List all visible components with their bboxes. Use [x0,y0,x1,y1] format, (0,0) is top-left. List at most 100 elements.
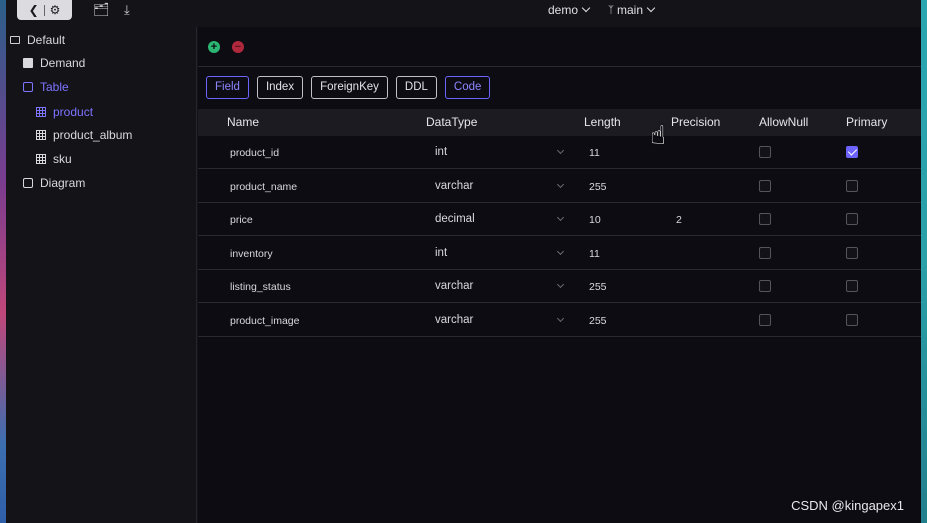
column-header-length: Length [584,115,621,129]
main-panel: + − Field Index ForeignKey DDL Code Name… [198,27,921,523]
primary-key-checkbox[interactable] [846,179,858,192]
branch-icon: ᛉ [608,4,614,16]
field-name-cell[interactable]: listing_status [230,281,291,293]
primary-key-checkbox[interactable] [846,280,858,292]
chevron-down-icon [646,3,656,13]
field-length-cell[interactable]: 255 [589,181,607,193]
nav-group: ❮ ⚙ [17,0,72,20]
column-header-allownull: AllowNull [759,115,809,129]
tab-field[interactable]: Field [206,76,249,99]
field-type-select[interactable]: int [435,247,447,259]
field-type-select[interactable]: varchar [435,180,473,192]
table-row[interactable]: product_image varchar 255 [198,304,921,337]
chevron-down-icon[interactable] [556,213,565,222]
field-length-cell[interactable]: 11 [589,147,600,159]
tab-index[interactable]: Index [256,76,304,99]
divider [43,4,45,16]
tab-foreignkey[interactable]: ForeignKey [311,76,388,99]
table-row[interactable]: price decimal 10 2 [198,203,921,236]
field-length-cell[interactable]: 11 [589,248,600,260]
allow-null-checkbox[interactable] [759,179,771,192]
field-type-select[interactable]: decimal [435,213,475,225]
download-icon[interactable]: ⤓ [124,2,130,18]
title-bar: ❮ ⚙ 🗂 ⤓ demo ᛉ main [6,0,921,23]
sidebar-item-label: Default [27,33,66,47]
folder-settings-icon[interactable]: 🗂 [93,2,110,18]
sidebar-item-label: Table [40,80,69,94]
field-precision-cell[interactable]: 2 [676,214,682,226]
table-row[interactable]: inventory int 11 [198,237,921,270]
field-toolbar: + − [198,27,921,67]
project-label: demo [548,3,579,17]
branch-selector[interactable]: ᛉ main [608,3,656,17]
table-icon [23,82,33,92]
chevron-left-icon[interactable]: ❮ [29,3,39,17]
chevron-down-icon[interactable] [556,280,565,289]
primary-key-checkbox[interactable] [846,146,858,158]
sidebar-item-label: product_album [53,128,133,142]
field-name-cell[interactable]: product_name [230,181,297,193]
field-name-cell[interactable]: inventory [230,248,273,260]
sidebar-item-sku[interactable]: sku [36,152,72,166]
field-length-cell[interactable]: 10 [589,214,601,226]
folder-icon [10,36,20,44]
grid-icon [36,107,46,117]
field-name-cell[interactable]: product_id [230,147,279,159]
document-icon [23,58,33,68]
grid-icon [36,154,46,164]
table-header: Name DataType Length Precision AllowNull… [198,109,921,136]
sidebar-item-demand[interactable]: Demand [23,56,85,70]
field-name-cell[interactable]: product_image [230,315,299,327]
column-header-primary: Primary [846,115,888,129]
gear-icon[interactable]: ⚙ [50,3,61,17]
primary-key-checkbox[interactable] [846,213,858,225]
field-name-cell[interactable]: price [230,214,253,226]
primary-key-checkbox[interactable] [846,313,858,326]
sidebar-item-label: Diagram [40,176,86,190]
column-header-precision: Precision [671,115,721,129]
sidebar-item-diagram[interactable]: Diagram [23,176,85,190]
sidebar-item-table[interactable]: Table [23,80,69,94]
chevron-down-icon[interactable] [556,247,565,255]
tab-ddl[interactable]: DDL [395,76,437,99]
diagram-icon [23,178,33,188]
remove-field-button[interactable]: − [232,41,244,53]
chevron-down-icon [581,3,591,13]
watermark: CSDN @kingapex1 [791,498,904,513]
table-row[interactable]: listing_status varchar 255 [198,270,921,303]
branch-label: main [617,3,644,17]
column-header-datatype: DataType [426,115,478,129]
app-window: ❮ ⚙ 🗂 ⤓ demo ᛉ main Default Demand Table [6,0,921,523]
sidebar-item-product-album[interactable]: product_album [36,128,132,142]
add-field-button[interactable]: + [208,41,220,53]
allow-null-checkbox[interactable] [759,246,771,259]
allow-null-checkbox[interactable] [759,280,771,292]
field-type-select[interactable]: varchar [435,280,473,292]
chevron-down-icon[interactable] [556,314,565,322]
primary-key-checkbox[interactable] [846,246,858,259]
chevron-down-icon[interactable] [556,146,565,155]
hand-cursor-icon: ☝ [650,120,666,150]
field-type-select[interactable]: int [435,146,447,158]
table-row[interactable]: product_id int 11 [198,136,921,169]
allow-null-checkbox[interactable] [759,146,771,158]
window-edge-right [920,0,927,523]
sidebar-item-label: Demand [40,56,86,70]
project-selector[interactable]: demo [548,3,591,17]
tab-code[interactable]: Code [444,76,491,99]
grid-icon [36,130,46,140]
sidebar-item-product[interactable]: product [36,105,93,119]
sidebar-item-default[interactable]: Default [10,33,65,47]
sidebar: Default Demand Table product product_alb… [6,27,197,523]
allow-null-checkbox[interactable] [759,213,771,225]
sidebar-item-label: sku [53,152,72,166]
field-length-cell[interactable]: 255 [589,315,607,327]
field-type-select[interactable]: varchar [435,314,473,326]
allow-null-checkbox[interactable] [759,313,771,326]
field-length-cell[interactable]: 255 [589,281,607,293]
tab-bar: Field Index ForeignKey DDL Code [206,76,491,99]
column-header-name: Name [227,115,260,129]
chevron-down-icon[interactable] [556,180,565,188]
sidebar-item-label: product [53,105,94,119]
table-row[interactable]: product_name varchar 255 [198,170,921,203]
